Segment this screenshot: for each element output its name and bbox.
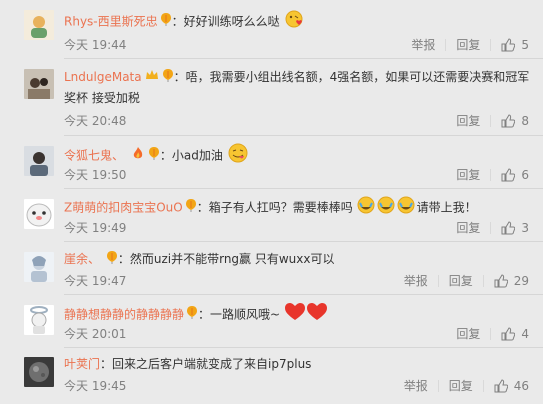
- report-button[interactable]: 举报: [404, 377, 428, 394]
- like-button[interactable]: 5: [501, 38, 529, 52]
- divider: [445, 38, 447, 51]
- timestamp: 今天 20:01: [64, 327, 127, 341]
- username[interactable]: 令狐七鬼、: [64, 149, 124, 163]
- balloon-badge-icon: [148, 146, 160, 166]
- divider: [437, 379, 439, 392]
- thumbs-up-icon: [501, 326, 516, 340]
- like-count: 4: [521, 326, 529, 341]
- reply-button[interactable]: 回复: [449, 377, 473, 394]
- fire-badge-icon: [130, 146, 146, 166]
- tongue-emoji-icon: [227, 143, 249, 169]
- avatar[interactable]: [24, 357, 54, 387]
- balloon-badge-icon: [185, 198, 197, 218]
- username[interactable]: Rhys-西里斯死忠: [64, 15, 158, 29]
- thumbs-up-icon: [501, 37, 516, 51]
- balloon-badge-icon: [186, 305, 198, 325]
- like-count: 46: [513, 378, 529, 393]
- divider: [64, 347, 543, 348]
- comment-text-continued: 奖杯 接受加税: [64, 90, 140, 105]
- username[interactable]: 叶荚门: [64, 357, 100, 371]
- avatar[interactable]: [24, 69, 54, 99]
- thumbs-up-icon: [494, 378, 508, 392]
- username[interactable]: 崖余、: [64, 252, 100, 266]
- username[interactable]: 静静想静静的静静静静: [64, 308, 184, 322]
- balloon-badge-icon: [162, 68, 174, 88]
- comment-list: Rhys-西里斯死忠 ：好好训练呀么么哒 今天 19:44 举报 回复 5 Lnd…: [0, 0, 543, 404]
- comment-text: 回来之后客户端就变成了来自ip7plus: [112, 357, 312, 371]
- timestamp: 今天 19:44: [64, 38, 127, 52]
- username[interactable]: Z萌萌的扣肉宝宝OuO: [64, 201, 183, 215]
- like-button[interactable]: 3: [501, 221, 529, 235]
- comment-text: 唔，我需要小组出线名额，4强名额，如果可以还需要决赛和冠军: [185, 70, 530, 84]
- comment-text: 然而uzi并不能带rng赢 只有wuxx可以: [129, 252, 335, 266]
- divider: [64, 58, 543, 59]
- timestamp: 今天 19:50: [64, 168, 127, 182]
- thumbs-up-icon: [501, 167, 516, 181]
- like-count: 3: [521, 220, 529, 235]
- divider: [490, 221, 492, 234]
- comment-text: 一路顺风哦~: [210, 307, 281, 322]
- avatar[interactable]: [24, 199, 54, 229]
- thumbs-up-icon: [501, 113, 516, 127]
- like-button[interactable]: 29: [494, 274, 529, 288]
- reply-button[interactable]: 回复: [449, 272, 473, 289]
- avatar[interactable]: [24, 10, 54, 40]
- divider: [490, 114, 492, 127]
- thumbs-up-icon: [494, 273, 508, 287]
- comment-text-tail: 请带上我！: [416, 200, 477, 215]
- reply-button[interactable]: 回复: [456, 36, 480, 53]
- like-count: 8: [521, 113, 529, 128]
- kiss-emoji-icon: [284, 10, 304, 34]
- avatar[interactable]: [24, 252, 54, 282]
- like-button[interactable]: 4: [501, 327, 529, 341]
- divider: [64, 188, 543, 189]
- like-button[interactable]: 6: [501, 168, 529, 182]
- timestamp: 今天 19:45: [64, 379, 127, 393]
- timestamp: 今天 20:48: [64, 114, 127, 128]
- report-button[interactable]: 举报: [404, 272, 428, 289]
- reply-button[interactable]: 回复: [456, 112, 480, 129]
- divider: [64, 241, 543, 242]
- divider: [64, 294, 543, 295]
- divider: [64, 135, 543, 136]
- reply-button[interactable]: 回复: [456, 219, 480, 236]
- divider: [437, 274, 439, 287]
- comment-text: 箱子有人扛吗？需要棒棒吗: [208, 200, 353, 215]
- reply-button[interactable]: 回复: [456, 325, 480, 342]
- comment-text: 小ad加油: [171, 148, 223, 163]
- avatar[interactable]: [24, 146, 54, 176]
- thumbs-up-icon: [501, 220, 516, 234]
- divider: [482, 379, 484, 392]
- laugh-cry-emoji-icon: [357, 196, 417, 220]
- balloon-badge-icon: [160, 12, 172, 32]
- heart-emoji-icon: [284, 302, 328, 328]
- balloon-badge-icon: [106, 250, 118, 270]
- like-count: 6: [521, 167, 529, 182]
- timestamp: 今天 19:49: [64, 221, 127, 235]
- report-button[interactable]: 举报: [411, 36, 435, 53]
- divider: [490, 38, 492, 51]
- like-count: 29: [513, 273, 529, 288]
- username[interactable]: LndulgeMata: [64, 70, 142, 84]
- timestamp: 今天 19:47: [64, 274, 127, 288]
- like-button[interactable]: 46: [494, 379, 529, 393]
- divider: [490, 327, 492, 340]
- reply-button[interactable]: 回复: [456, 166, 480, 183]
- divider: [490, 168, 492, 181]
- crown-badge-icon: [144, 68, 160, 88]
- avatar[interactable]: [24, 305, 54, 335]
- like-count: 5: [521, 37, 529, 52]
- comment-text: 好好训练呀么么哒: [183, 14, 280, 29]
- like-button[interactable]: 8: [501, 114, 529, 128]
- divider: [482, 274, 484, 287]
